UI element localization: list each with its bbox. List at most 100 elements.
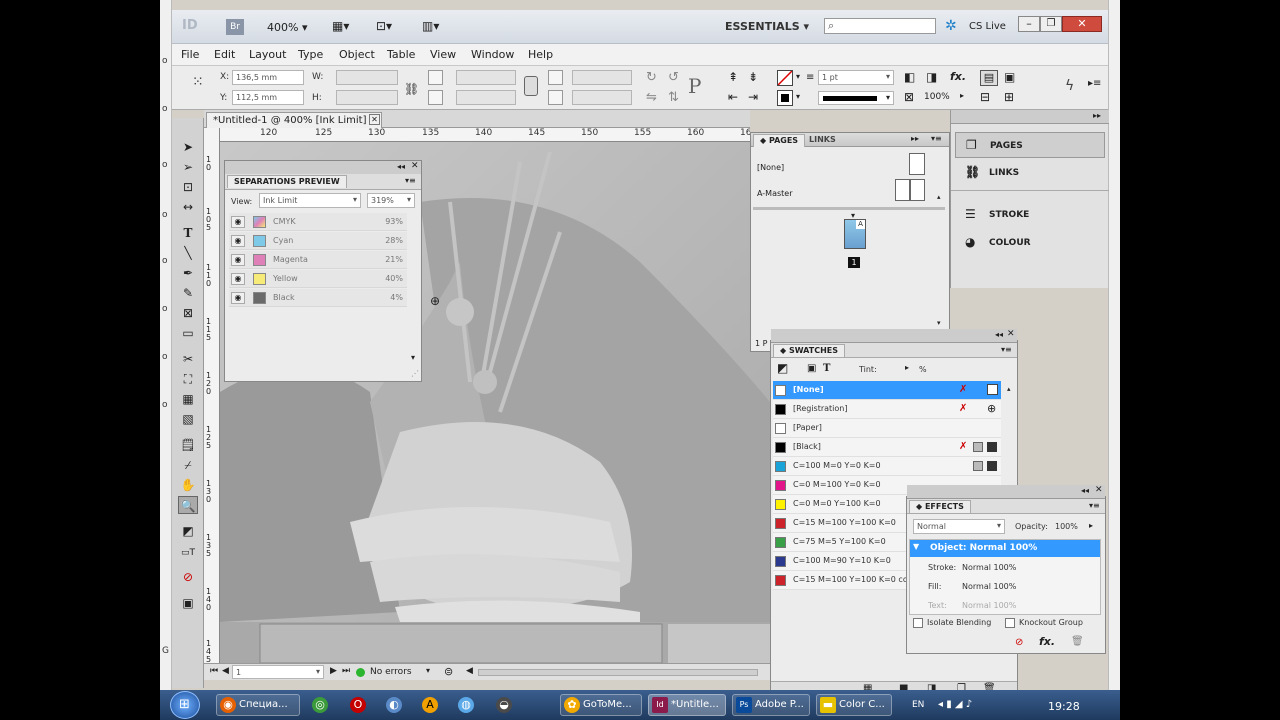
disclosure-triangle-icon[interactable]: ▼ [913, 542, 919, 551]
ink-limit-field[interactable]: 319% ▾ [367, 193, 415, 208]
list-item[interactable]: ◉ CMYK 93% [229, 213, 407, 231]
flip-v-icon[interactable]: ⇅ [668, 90, 679, 105]
isolate-blending-checkbox[interactable] [913, 618, 923, 628]
shear-field[interactable] [572, 90, 632, 105]
taskbar-item-indesign[interactable]: Id *Untitle... [648, 694, 726, 716]
control-menu-icon[interactable]: ▸≡ [1088, 78, 1101, 89]
object-level-row[interactable]: ▼ Object: Normal 100% [910, 540, 1100, 557]
knockout-group-checkbox[interactable] [1005, 618, 1015, 628]
scale-y-icon[interactable] [428, 90, 443, 105]
scissors-tool-icon[interactable]: ✂ [178, 350, 198, 368]
gap-tool-icon[interactable]: ↔ [178, 198, 198, 216]
fill-stroke-icon[interactable]: ◩ [178, 522, 198, 540]
pencil-tool-icon[interactable]: ✎ [178, 284, 198, 302]
cslive-button[interactable]: CS Live [969, 21, 1006, 32]
wrap-bounding-icon[interactable]: ▣ [1004, 70, 1015, 84]
menu-view[interactable]: View [430, 48, 456, 61]
swatches-menu-icon[interactable]: ▾≡ [1001, 345, 1012, 354]
drop-shadow-icon[interactable]: ◧ [904, 70, 915, 84]
rectangle-frame-tool-icon[interactable]: ⊠ [178, 304, 198, 322]
language-indicator[interactable]: EN [912, 700, 924, 710]
scroll-left-icon[interactable]: ◀ [466, 666, 473, 676]
zoom-dropdown[interactable]: 400% ▾ [267, 21, 307, 34]
eye-icon[interactable]: ◉ [231, 273, 245, 285]
tint-arrow[interactable]: ▸ [905, 363, 909, 372]
start-button[interactable]: ⊞ [170, 691, 200, 719]
clock[interactable]: 19:28 [1048, 700, 1080, 713]
collapse-icon[interactable]: ◂◂ [1081, 486, 1089, 495]
gradient-feather-tool-icon[interactable]: ▧ [178, 410, 198, 428]
page-1-thumb[interactable]: A [844, 219, 866, 249]
line-tool-icon[interactable]: ╲ [178, 244, 198, 262]
wrap-jump-icon[interactable]: ⊞ [1004, 90, 1014, 104]
width-field[interactable] [336, 70, 398, 85]
stroke-black-swatch[interactable] [777, 90, 793, 106]
fill-none-swatch[interactable] [777, 70, 793, 86]
tray-icons[interactable]: ◂ ▮ ◢ ♪ [938, 699, 972, 710]
x-position-field[interactable]: 136,5 mm [232, 70, 304, 85]
opacity-slider-arrow[interactable]: ▸ [1089, 521, 1093, 530]
free-transform-tool-icon[interactable]: ⛶ [178, 370, 198, 388]
scale-x-icon[interactable] [428, 70, 443, 85]
selection-tool-icon[interactable]: ➤ [178, 138, 198, 156]
fx-icon[interactable]: fx. [1039, 635, 1055, 648]
list-item[interactable]: ◉ Cyan 28% [229, 232, 407, 250]
container-icon[interactable]: ▣ [807, 363, 816, 374]
opacity-arrow[interactable]: ▸ [960, 91, 964, 100]
blend-mode-dropdown[interactable]: Normal ▾ [913, 519, 1005, 534]
eye-icon[interactable]: ◉ [231, 235, 245, 247]
select-container-icon[interactable]: ⇞ [728, 70, 738, 84]
swatches-panel-topbar[interactable]: ◂◂ ✕ [771, 329, 1017, 343]
next-page-icon[interactable]: ▶ [330, 666, 337, 676]
pen-tool-icon[interactable]: ✒ [178, 264, 198, 282]
tab-swatches[interactable]: ◆ SWATCHES [773, 344, 845, 357]
rotate-ccw-icon[interactable]: ↺ [668, 70, 679, 85]
view-options-icon[interactable]: ▦▾ [332, 19, 356, 35]
rotate-cw-icon[interactable]: ↻ [646, 70, 657, 85]
direct-selection-tool-icon[interactable]: ➢ [178, 158, 198, 176]
collapse-icon[interactable]: ◂◂ [397, 162, 405, 171]
eye-icon[interactable]: ◉ [231, 216, 245, 228]
apply-none-icon[interactable]: ⊘ [178, 568, 198, 586]
note-tool-icon[interactable]: 🗒 [178, 436, 198, 454]
tab-pages[interactable]: ◆ PAGES [753, 134, 806, 147]
separations-panel-topbar[interactable]: ◂◂ ✕ [225, 161, 421, 175]
list-item[interactable]: [Black] ✗ [773, 438, 1001, 457]
preflight-status[interactable]: No errors [370, 667, 412, 677]
formatting-affects-icon[interactable]: ▭T [178, 544, 198, 562]
select-previous-icon[interactable]: ⇤ [728, 90, 738, 104]
zoom-tool-icon[interactable]: 🔍 [178, 496, 198, 514]
prev-page-icon[interactable]: ◀ [222, 666, 229, 676]
dock-stroke-button[interactable]: ☰ STROKE [955, 202, 1105, 228]
list-item[interactable]: [Registration] ✗ ⊕ [773, 400, 1001, 419]
document-tab[interactable]: *Untitled-1 @ 400% [Ink Limit] ✕ [206, 112, 382, 128]
separations-menu-icon[interactable]: ▾≡ [405, 176, 416, 185]
panel-expand-icon[interactable]: ▸▸ [911, 134, 919, 143]
rotate-icon[interactable] [548, 70, 563, 85]
menu-layout[interactable]: Layout [249, 48, 286, 61]
arrange-documents-icon[interactable]: ▥▾ [422, 19, 446, 35]
reference-point-icon[interactable]: ⁙ [192, 74, 204, 90]
screen-mode-icon[interactable]: ⊡▾ [376, 19, 400, 35]
tab-separations-preview[interactable]: SEPARATIONS PREVIEW [227, 175, 347, 188]
pages-menu-icon[interactable]: ▾≡ [931, 134, 942, 143]
last-page-icon[interactable]: ⏭ [342, 666, 350, 676]
wrap-shape-icon[interactable]: ⊟ [980, 90, 990, 104]
master-left-thumb[interactable] [895, 179, 910, 201]
list-item[interactable]: ◉ Yellow 40% [229, 270, 407, 288]
height-field[interactable] [336, 90, 398, 105]
clear-effects-icon[interactable]: ⊘ [1015, 637, 1023, 648]
search-input[interactable]: ⌕ [824, 18, 936, 34]
close-button[interactable]: ✕ [1062, 16, 1102, 32]
network-icon[interactable]: ◐ [386, 697, 402, 713]
first-page-icon[interactable]: ⏮ [210, 666, 218, 676]
menu-file[interactable]: File [181, 48, 199, 61]
stroke-weight-field[interactable]: 1 pt ▾ [818, 70, 894, 85]
fill-level-label[interactable]: Fill: [928, 582, 941, 591]
separations-view-dropdown[interactable]: Ink Limit ▾ [259, 193, 361, 208]
select-content-icon[interactable]: ⇟ [748, 70, 758, 84]
menu-table[interactable]: Table [387, 48, 415, 61]
page-tool-icon[interactable]: ⊡ [178, 178, 198, 196]
fill-stroke-icon[interactable]: ◩ [777, 361, 788, 375]
hand-tool-icon[interactable]: ✋ [178, 476, 198, 494]
